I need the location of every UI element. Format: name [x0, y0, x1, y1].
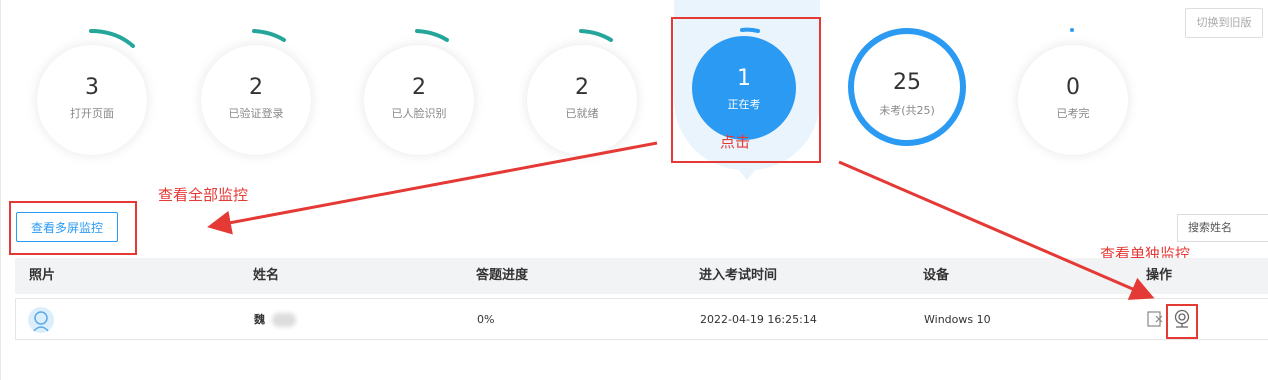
force-submit-icon[interactable] — [1147, 311, 1165, 327]
stat-label: 已人脸识别 — [391, 107, 447, 120]
stat-verified-login[interactable]: 2 已验证登录 — [201, 45, 311, 155]
progress-dot — [1070, 28, 1074, 32]
stat-value: 2 — [575, 75, 589, 100]
switch-old-version-button[interactable]: 切换到旧版 — [1185, 8, 1263, 38]
enter-exam-time: 2022-04-19 16:25:14 — [700, 313, 817, 326]
progress-arc — [415, 29, 449, 42]
multi-monitor-button[interactable]: 查看多屏监控 — [16, 212, 118, 242]
column-photo: 照片 — [29, 268, 56, 283]
stat-value: 3 — [85, 75, 99, 100]
stat-value: 2 — [412, 75, 426, 100]
table-row: 魏 0% 2022-04-19 16:25:14 Windows 10 — [15, 298, 1268, 340]
stat-open-page[interactable]: 3 打开页面 — [37, 45, 147, 155]
device: Windows 10 — [924, 313, 991, 326]
stat-label: 已考完 — [1056, 107, 1090, 120]
user-avatar-icon — [32, 311, 50, 333]
monitor-panel: 3 打开页面 2 已验证登录 2 已人脸识别 2 已就绪 1 正在考 25 未考… — [0, 0, 1268, 380]
stat-label: 未考(共25) — [879, 104, 935, 117]
progress-arc — [89, 29, 135, 48]
column-actions: 操作 — [1146, 268, 1173, 283]
stat-not-taken[interactable]: 25 未考(共25) — [848, 28, 966, 146]
stat-label: 已验证登录 — [228, 107, 284, 120]
stat-ready[interactable]: 2 已就绪 — [527, 45, 637, 155]
stat-value: 2 — [249, 75, 263, 100]
active-stat-pointer — [731, 160, 763, 180]
student-name: 魏 — [254, 313, 265, 326]
stat-label: 已就绪 — [565, 107, 599, 120]
progress-arc — [579, 29, 613, 42]
avatar — [28, 307, 54, 333]
stat-label: 打开页面 — [70, 107, 114, 120]
stat-value: 0 — [1066, 75, 1080, 100]
annotation-view-all: 查看全部监控 — [158, 186, 249, 204]
name-redaction-blur — [272, 313, 296, 327]
stat-value: 25 — [893, 70, 921, 95]
column-name: 姓名 — [253, 268, 280, 283]
table-header: 照片 姓名 答题进度 进入考试时间 设备 操作 — [15, 258, 1268, 294]
column-progress: 答题进度 — [476, 268, 529, 283]
annotation-click: 点击 — [720, 133, 751, 151]
column-device: 设备 — [923, 268, 950, 283]
annotation-box-single-monitor — [1166, 304, 1198, 339]
column-enter-time: 进入考试时间 — [699, 268, 778, 283]
stat-face-recognized[interactable]: 2 已人脸识别 — [364, 45, 474, 155]
arrow-to-multi-monitor — [207, 141, 658, 235]
progress-arc — [252, 29, 286, 42]
search-name-input[interactable]: 搜索姓名 — [1177, 214, 1268, 242]
stat-finished[interactable]: 0 已考完 — [1018, 45, 1128, 155]
answer-progress: 0% — [477, 313, 495, 326]
